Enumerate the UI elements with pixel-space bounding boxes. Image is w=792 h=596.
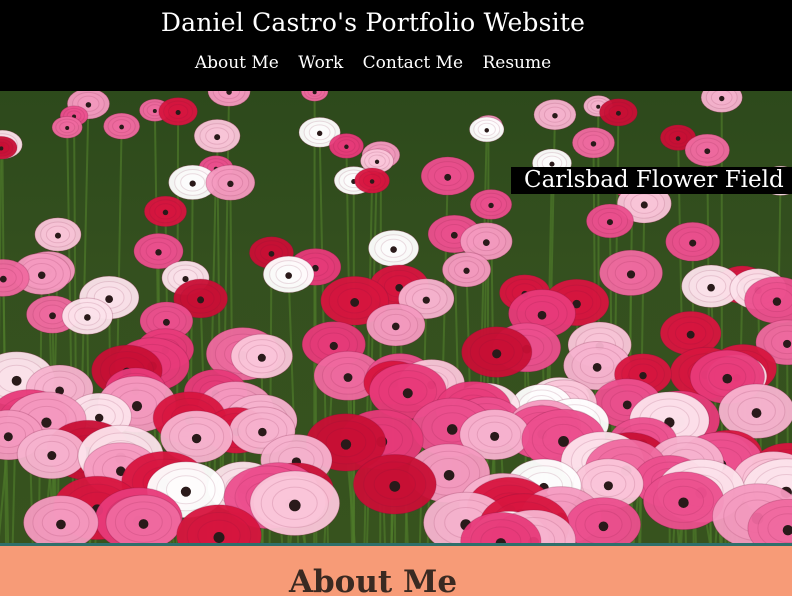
flower-blooms: [0, 91, 792, 543]
nav-link-resume[interactable]: Resume: [482, 53, 551, 73]
about-section: About Me: [0, 546, 792, 596]
main-nav: About Me Work Contact Me Resume: [0, 52, 746, 74]
hero-caption: Carlsbad Flower Field: [511, 167, 792, 194]
nav-link-about-me[interactable]: About Me: [195, 53, 279, 73]
hero-banner: Carlsbad Flower Field: [0, 91, 792, 543]
site-title: Daniel Castro's Portfolio Website: [160, 8, 586, 37]
about-heading: About Me: [288, 564, 458, 596]
nav-link-work[interactable]: Work: [298, 53, 343, 73]
site-header: Daniel Castro's Portfolio Website About …: [0, 0, 792, 91]
nav-link-contact-me[interactable]: Contact Me: [363, 53, 463, 73]
hero-flower-image: [0, 91, 792, 543]
